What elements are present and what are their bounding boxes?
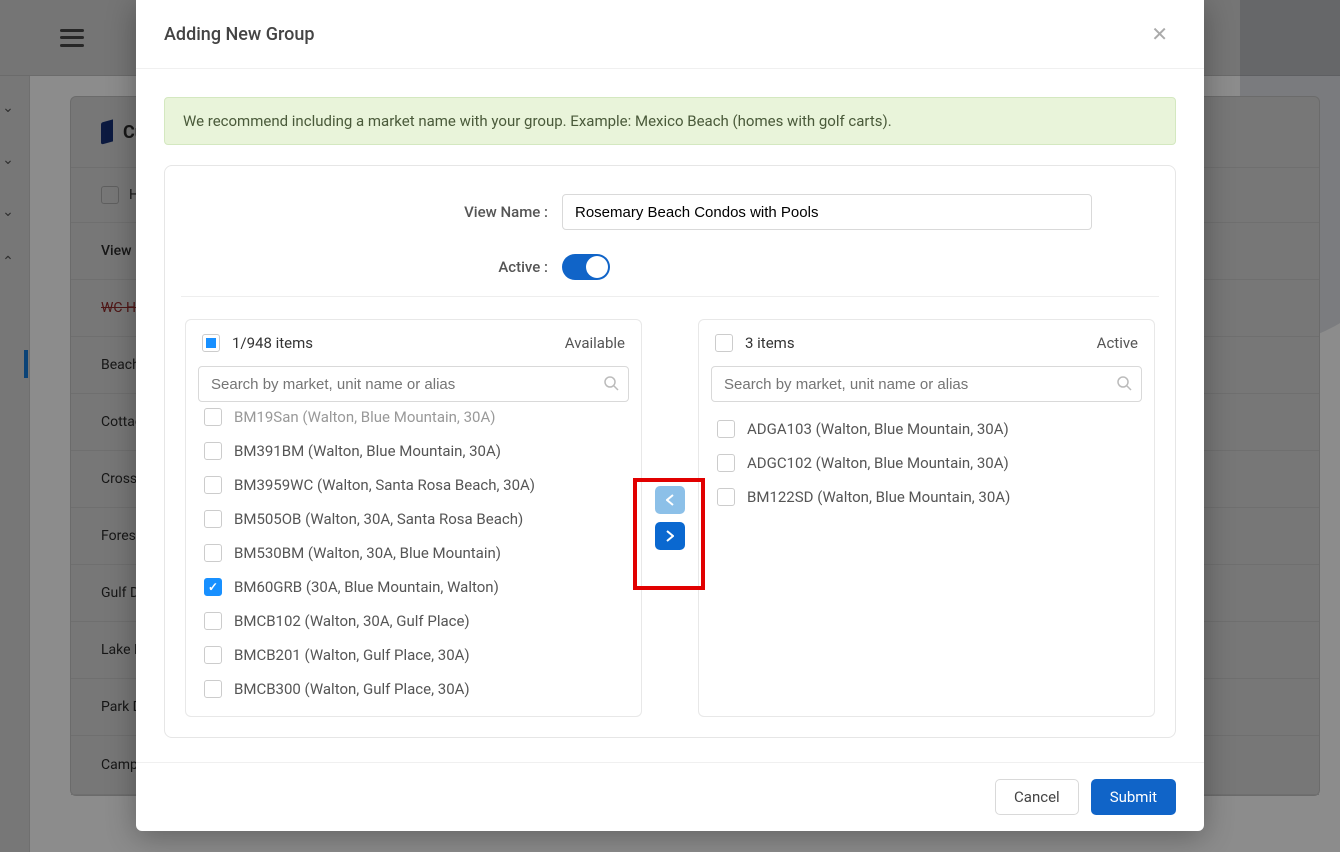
divider: [181, 296, 1159, 297]
info-message: We recommend including a market name wit…: [164, 97, 1176, 145]
item-checkbox[interactable]: [204, 442, 222, 460]
list-item[interactable]: BM122SD (Walton, Blue Mountain, 30A): [711, 480, 1150, 514]
view-name-label: View Name: [248, 203, 548, 221]
active-count: 3 items: [745, 334, 795, 352]
add-group-modal: Adding New Group ✕ We recommend includin…: [136, 0, 1204, 831]
chevron-right-icon: [666, 530, 674, 542]
active-status-label: Active: [1097, 334, 1138, 352]
active-search-wrap: [699, 366, 1154, 408]
available-search-wrap: [186, 366, 641, 408]
active-panel: 3 items Active ADGA103 (Walton, Blue Mou…: [698, 319, 1155, 717]
available-panel-header: 1/948 items Available: [186, 320, 641, 366]
list-item[interactable]: BMCB300 (Walton, Gulf Place, 30A): [198, 672, 637, 706]
item-label: BMCB201 (Walton, Gulf Place, 30A): [234, 646, 470, 664]
item-label: BM122SD (Walton, Blue Mountain, 30A): [747, 488, 1010, 506]
list-item[interactable]: BM530BM (Walton, 30A, Blue Mountain): [198, 536, 637, 570]
item-label: BM505OB (Walton, 30A, Santa Rosa Beach): [234, 510, 523, 528]
item-checkbox[interactable]: [204, 408, 222, 426]
active-panel-header: 3 items Active: [699, 320, 1154, 366]
close-icon[interactable]: ✕: [1143, 18, 1176, 50]
active-item-list[interactable]: ADGA103 (Walton, Blue Mountain, 30A) ADGC…: [699, 408, 1154, 716]
available-panel: 1/948 items Available BM19San (Walton, B…: [185, 319, 642, 717]
view-name-input[interactable]: [562, 194, 1092, 230]
active-select-all-checkbox[interactable]: [715, 334, 733, 352]
modal-body: We recommend including a market name wit…: [136, 69, 1204, 762]
item-checkbox[interactable]: [204, 544, 222, 562]
search-icon: [603, 375, 619, 395]
group-form-card: View Name Active 1/948 items Available: [164, 165, 1176, 738]
submit-button[interactable]: Submit: [1091, 779, 1176, 815]
item-checkbox[interactable]: [204, 646, 222, 664]
transfer-buttons: [642, 319, 698, 717]
list-item[interactable]: BM60GRB (30A, Blue Mountain, Walton): [198, 570, 637, 604]
item-checkbox[interactable]: [717, 420, 735, 438]
move-left-button[interactable]: [655, 486, 685, 514]
item-checkbox[interactable]: [204, 476, 222, 494]
search-icon: [1116, 375, 1132, 395]
modal-title: Adding New Group: [164, 24, 315, 45]
active-row: Active: [185, 254, 1155, 280]
active-label: Active: [248, 258, 548, 276]
active-search-input[interactable]: [711, 366, 1142, 402]
item-checkbox[interactable]: [717, 488, 735, 506]
view-name-row: View Name: [185, 194, 1155, 230]
transfer-control: 1/948 items Available BM19San (Walton, B…: [185, 319, 1155, 717]
item-label: BMCB300 (Walton, Gulf Place, 30A): [234, 680, 470, 698]
item-label: ADGA103 (Walton, Blue Mountain, 30A): [747, 420, 1009, 438]
item-label: BM3959WC (Walton, Santa Rosa Beach, 30A): [234, 476, 535, 494]
item-checkbox[interactable]: [204, 510, 222, 528]
modal-footer: Cancel Submit: [136, 762, 1204, 831]
list-item[interactable]: BM391BM (Walton, Blue Mountain, 30A): [198, 434, 637, 468]
chevron-left-icon: [666, 494, 674, 506]
item-label: ADGC102 (Walton, Blue Mountain, 30A): [747, 454, 1009, 472]
list-item[interactable]: BM505OB (Walton, 30A, Santa Rosa Beach): [198, 502, 637, 536]
list-item[interactable]: BMCB201 (Walton, Gulf Place, 30A): [198, 638, 637, 672]
available-select-all-checkbox[interactable]: [202, 334, 220, 352]
item-label: BM19San (Walton, Blue Mountain, 30A): [234, 408, 495, 426]
item-label: BM391BM (Walton, Blue Mountain, 30A): [234, 442, 501, 460]
item-checkbox[interactable]: [717, 454, 735, 472]
available-item-list[interactable]: BM19San (Walton, Blue Mountain, 30A) BM39…: [186, 408, 641, 716]
move-right-button[interactable]: [655, 522, 685, 550]
list-item[interactable]: ADGA103 (Walton, Blue Mountain, 30A): [711, 412, 1150, 446]
item-checkbox[interactable]: [204, 578, 222, 596]
list-item[interactable]: BM3959WC (Walton, Santa Rosa Beach, 30A): [198, 468, 637, 502]
available-status-label: Available: [565, 334, 625, 352]
available-count: 1/948 items: [232, 334, 313, 352]
item-label: BM60GRB (30A, Blue Mountain, Walton): [234, 578, 499, 596]
item-label: BM530BM (Walton, 30A, Blue Mountain): [234, 544, 501, 562]
item-label: BMCB102 (Walton, 30A, Gulf Place): [234, 612, 470, 630]
available-search-input[interactable]: [198, 366, 629, 402]
modal-header: Adding New Group ✕: [136, 0, 1204, 69]
active-toggle[interactable]: [562, 254, 610, 280]
list-item[interactable]: BMCB102 (Walton, 30A, Gulf Place): [198, 604, 637, 638]
cancel-button[interactable]: Cancel: [995, 779, 1079, 815]
item-checkbox[interactable]: [204, 680, 222, 698]
list-item[interactable]: ADGC102 (Walton, Blue Mountain, 30A): [711, 446, 1150, 480]
list-item[interactable]: BM19San (Walton, Blue Mountain, 30A): [198, 408, 637, 434]
item-checkbox[interactable]: [204, 612, 222, 630]
